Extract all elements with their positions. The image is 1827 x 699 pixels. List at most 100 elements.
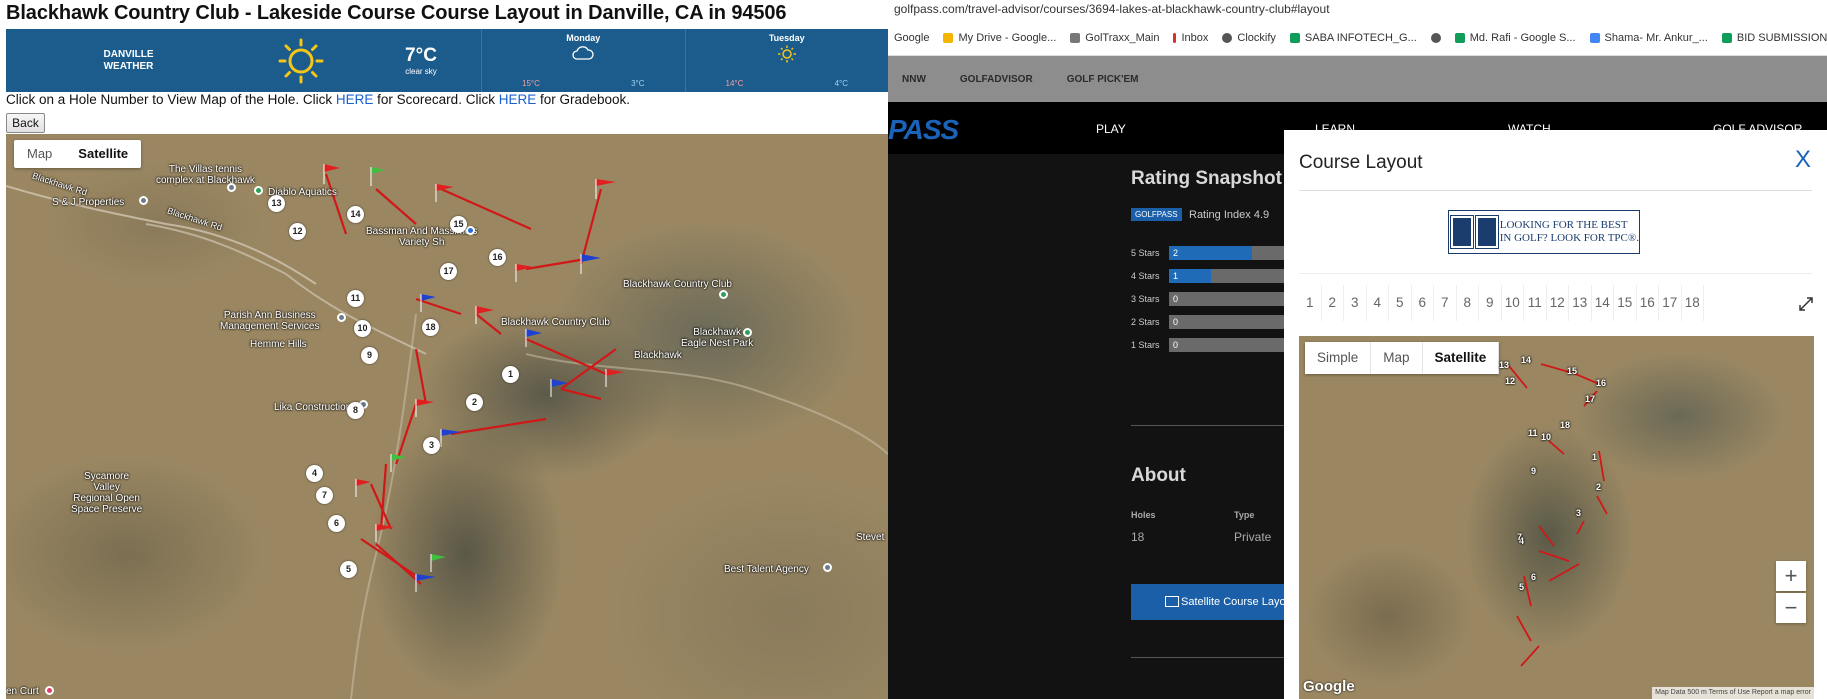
bookmark[interactable]: Md. Rafi - Google S... — [1430, 32, 1576, 44]
hole-marker-14[interactable]: 14 — [347, 206, 364, 223]
topnav-item[interactable]: GOLF PICK'EM — [1067, 74, 1139, 85]
place-pin[interactable] — [743, 328, 752, 337]
bookmark[interactable]: Shama- Mr. Ankur_... — [1589, 32, 1708, 44]
google-logo: Google — [1303, 678, 1355, 695]
place-pin[interactable] — [227, 183, 236, 192]
hole-tab-18[interactable]: 18 — [1682, 285, 1704, 321]
modal-hole-marker-1[interactable]: 1 — [1592, 452, 1597, 462]
hole-tab-2[interactable]: 2 — [1322, 285, 1344, 321]
hole-marker-8[interactable]: 8 — [347, 402, 364, 419]
modal-hole-marker-12[interactable]: 12 — [1505, 376, 1515, 386]
hole-tab-17[interactable]: 17 — [1659, 285, 1682, 321]
zoom-in-button[interactable]: + — [1776, 561, 1806, 591]
satellite-tab[interactable]: Satellite — [65, 140, 141, 168]
modal-hole-marker-9[interactable]: 9 — [1531, 466, 1536, 476]
expand-icon[interactable] — [1799, 297, 1813, 311]
hole-marker-4[interactable]: 4 — [306, 465, 323, 482]
hole-tab-6[interactable]: 6 — [1412, 285, 1434, 321]
modal-hole-marker-7[interactable]: 7 — [1517, 532, 1522, 542]
hole-tab-12[interactable]: 12 — [1547, 285, 1569, 321]
modal-hole-marker-14[interactable]: 14 — [1521, 355, 1531, 365]
hole-tab-5[interactable]: 5 — [1389, 285, 1412, 321]
modal-hole-marker-5[interactable]: 5 — [1519, 582, 1524, 592]
hole-tab-7[interactable]: 7 — [1434, 285, 1457, 321]
hole-marker-7[interactable]: 7 — [316, 487, 333, 504]
bookmark[interactable]: Inbox — [1173, 32, 1208, 44]
bookmark[interactable]: SABA INFOTECH_G... — [1289, 32, 1417, 44]
modal-hole-marker-6[interactable]: 6 — [1531, 572, 1536, 582]
hole-marker-9[interactable]: 9 — [361, 347, 378, 364]
hole-marker-1[interactable]: 1 — [502, 366, 519, 383]
place-pin[interactable] — [466, 226, 475, 235]
hole-tab-13[interactable]: 13 — [1569, 285, 1592, 321]
hole-marker-5[interactable]: 5 — [340, 561, 357, 578]
nav-play[interactable]: PLAY — [1096, 122, 1126, 136]
forecast-high: 15°C — [522, 79, 540, 88]
bookmark[interactable]: Google — [894, 32, 929, 44]
map-tab[interactable]: Map — [14, 140, 65, 168]
hole-marker-18[interactable]: 18 — [422, 319, 439, 336]
topnav-item[interactable]: GOLFADVISOR — [960, 74, 1033, 85]
map-tab[interactable]: Map — [1371, 342, 1423, 374]
hole-marker-11[interactable]: 11 — [347, 290, 364, 307]
hole-tab-3[interactable]: 3 — [1344, 285, 1367, 321]
golf-icon — [1070, 32, 1081, 43]
place-pin[interactable] — [823, 563, 832, 572]
place-pin[interactable] — [337, 313, 346, 322]
modal-hole-marker-16[interactable]: 16 — [1596, 378, 1606, 388]
modal-hole-marker-18[interactable]: 18 — [1560, 420, 1570, 430]
hole-tab-1[interactable]: 1 — [1299, 285, 1322, 321]
modal-map[interactable]: Simple Map Satellite 1 2 3 4 5 6 7 9 10 11 12 13 14 1… — [1299, 336, 1814, 699]
simple-tab[interactable]: Simple — [1305, 342, 1372, 374]
modal-hole-marker-3[interactable]: 3 — [1576, 508, 1581, 518]
hole-tab-4[interactable]: 4 — [1367, 285, 1389, 321]
drive-icon — [943, 32, 954, 43]
hole-tab-15[interactable]: 15 — [1614, 285, 1637, 321]
modal-hole-marker-11[interactable]: 11 — [1528, 428, 1538, 438]
hole-marker-13[interactable]: 13 — [268, 195, 285, 212]
hole-marker-2[interactable]: 2 — [466, 394, 483, 411]
satellite-tab[interactable]: Satellite — [1423, 342, 1500, 374]
map-attribution[interactable]: Map Data 500 m Terms of Use Report a map… — [1652, 687, 1814, 699]
address-bar[interactable]: golfpass.com/travel-advisor/courses/3694… — [888, 0, 1827, 20]
satellite-layout-button[interactable]: Satellite Course Layout — [1131, 584, 1291, 620]
place-pin[interactable] — [45, 686, 54, 695]
course-map[interactable]: Map Satellite The Villas tennis complex … — [6, 134, 888, 699]
zoom-out-button[interactable]: − — [1776, 593, 1806, 623]
close-icon[interactable]: X — [1795, 146, 1811, 174]
modal-hole-marker-15[interactable]: 15 — [1567, 366, 1577, 376]
modal-hole-marker-13[interactable]: 13 — [1499, 360, 1509, 370]
hole-marker-3[interactable]: 3 — [423, 437, 440, 454]
modal-hole-marker-10[interactable]: 10 — [1541, 432, 1551, 442]
tpc-ad[interactable]: LOOKING FOR THE BEST IN GOLF? LOOK FOR T… — [1448, 210, 1640, 254]
back-button[interactable]: Back — [6, 113, 45, 133]
hole-tab-9[interactable]: 9 — [1479, 285, 1502, 321]
hole-marker-15[interactable]: 15 — [450, 216, 467, 233]
golfpass-logo[interactable]: PASS — [888, 114, 959, 146]
modal-hole-marker-2[interactable]: 2 — [1596, 482, 1601, 492]
hole-tab-14[interactable]: 14 — [1592, 285, 1614, 321]
hole-marker-16[interactable]: 16 — [489, 249, 506, 266]
hole-marker-12[interactable]: 12 — [289, 223, 306, 240]
bookmark[interactable]: GolTraxx_Main — [1070, 32, 1159, 44]
modal-map-type-toggle[interactable]: Simple Map Satellite — [1305, 342, 1500, 374]
bookmark[interactable]: BID SUBMISSION_D... — [1721, 32, 1827, 44]
place-pin[interactable] — [719, 290, 728, 299]
hole-marker-6[interactable]: 6 — [328, 515, 345, 532]
hole-tab-16[interactable]: 16 — [1637, 285, 1659, 321]
hole-tab-8[interactable]: 8 — [1457, 285, 1479, 321]
gradebook-link[interactable]: HERE — [499, 92, 537, 107]
divider — [1131, 425, 1291, 426]
hole-tab-11[interactable]: 11 — [1524, 285, 1547, 321]
hole-marker-17[interactable]: 17 — [440, 263, 457, 280]
scorecard-link[interactable]: HERE — [336, 92, 374, 107]
bookmark[interactable]: Clockify — [1222, 32, 1276, 44]
place-pin[interactable] — [254, 186, 263, 195]
map-type-toggle[interactable]: Map Satellite — [14, 140, 142, 168]
place-pin[interactable] — [139, 196, 148, 205]
bookmark[interactable]: My Drive - Google... — [943, 32, 1056, 44]
hole-marker-10[interactable]: 10 — [354, 320, 371, 337]
hole-tab-10[interactable]: 10 — [1502, 285, 1524, 321]
topnav-item[interactable]: NNW — [902, 74, 926, 85]
modal-hole-marker-17[interactable]: 17 — [1585, 394, 1595, 404]
